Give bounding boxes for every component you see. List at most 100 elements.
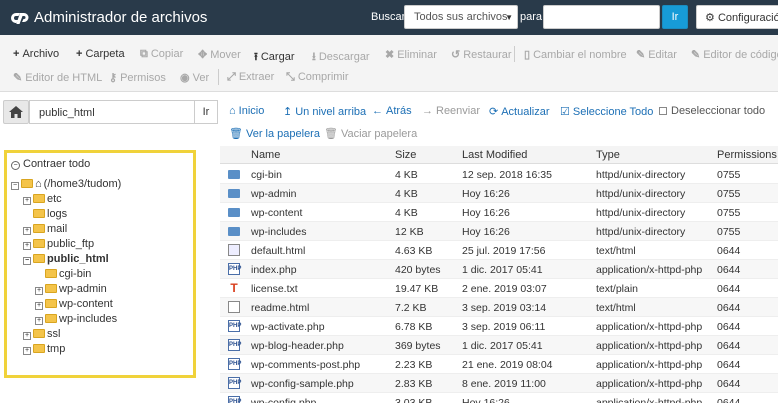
tree-node-wp-includes[interactable]: + wp-includes bbox=[35, 313, 117, 327]
tree-node-wp-content[interactable]: + wp-content bbox=[35, 298, 113, 312]
column-header-type[interactable]: Type bbox=[596, 149, 620, 161]
extract-button[interactable]: ⤢ Extraer bbox=[227, 71, 274, 84]
home-link[interactable]: ⌂ Inicio bbox=[229, 105, 264, 117]
file-permissions: 0644 bbox=[717, 264, 741, 276]
permissions-button[interactable]: ⚷ Permisos bbox=[109, 71, 166, 84]
file-size: 12 KB bbox=[395, 226, 424, 238]
file-permissions: 0755 bbox=[717, 169, 741, 181]
file-modified: 21 ene. 2019 08:04 bbox=[462, 359, 553, 371]
delete-button[interactable]: ✖ Eliminar bbox=[385, 48, 437, 61]
deselect-all-link[interactable]: Deseleccionar todo bbox=[659, 105, 765, 117]
upload-button[interactable]: ⭱ Cargar bbox=[254, 48, 294, 67]
tree-node-wp-admin[interactable]: + wp-admin bbox=[35, 283, 107, 297]
expand-toggle-icon[interactable]: + bbox=[23, 227, 31, 235]
back-link[interactable]: ← Atrás bbox=[372, 105, 412, 117]
rename-icon: ▯ bbox=[524, 49, 531, 61]
restore-button[interactable]: ↺ Restaurar bbox=[451, 48, 512, 61]
table-row[interactable]: readme.html 7.2 KB 3 sep. 2019 03:14 text/h… bbox=[220, 298, 778, 317]
new-folder-button[interactable]: + Carpeta bbox=[76, 48, 125, 60]
column-header-size[interactable]: Size bbox=[395, 149, 416, 161]
collapse-all-link[interactable]: − Contraer todo bbox=[11, 158, 90, 170]
new-file-button[interactable]: + Archivo bbox=[13, 48, 59, 60]
column-header-name[interactable]: Name bbox=[251, 149, 280, 161]
path-input[interactable]: public_html bbox=[29, 100, 195, 124]
tree-node-etc[interactable]: + etc bbox=[23, 193, 62, 207]
tree-node-ssl[interactable]: + ssl bbox=[23, 328, 60, 342]
expand-toggle-icon[interactable]: + bbox=[23, 242, 31, 250]
arrow-right-icon: → bbox=[422, 105, 433, 117]
column-header-permissions[interactable]: Permissions bbox=[717, 149, 777, 161]
folder-icon bbox=[45, 284, 57, 293]
file-permissions: 0755 bbox=[717, 207, 741, 219]
table-row[interactable]: default.html 4.63 KB 25 jul. 2019 17:56 tex… bbox=[220, 241, 778, 260]
table-row[interactable]: cgi-bin 4 KB 12 sep. 2018 16:35 httpd/unix-… bbox=[220, 165, 778, 184]
download-button[interactable]: ⭳ Descargar bbox=[312, 48, 370, 67]
table-row[interactable]: PHP wp-blog-header.php 369 bytes 1 dic. 201… bbox=[220, 336, 778, 355]
move-button[interactable]: ✥ Mover bbox=[198, 48, 241, 61]
up-one-level-link[interactable]: ↥ Un nivel arriba bbox=[283, 105, 366, 118]
table-row[interactable]: Tlicense.txt 19.47 KB 2 ene. 2019 03:07 tex… bbox=[220, 279, 778, 298]
table-row[interactable]: PHP wp-config-sample.php 2.83 KB 8 ene. 201… bbox=[220, 374, 778, 393]
expand-toggle-icon[interactable]: + bbox=[35, 302, 43, 310]
file-type: httpd/unix-directory bbox=[596, 169, 686, 181]
html-editor-button[interactable]: ✎ Editor de HTML bbox=[13, 71, 102, 84]
search-scope-value: Todos sus archivos bbox=[414, 11, 508, 23]
collapse-toggle-icon[interactable]: − bbox=[11, 182, 19, 190]
file-modified: Hoy 16:26 bbox=[462, 188, 510, 200]
home-icon bbox=[9, 106, 23, 118]
folder-icon bbox=[33, 239, 45, 248]
html-file-icon bbox=[228, 244, 240, 256]
collapse-toggle-icon[interactable]: − bbox=[23, 257, 31, 265]
download-icon: ⭳ bbox=[312, 51, 316, 63]
column-header-modified[interactable]: Last Modified bbox=[462, 149, 527, 161]
table-row[interactable]: PHP wp-activate.php 6.78 KB 3 sep. 2019 06:… bbox=[220, 317, 778, 336]
search-go-button[interactable]: Ir bbox=[662, 5, 688, 29]
tree-node-public-ftp[interactable]: + public_ftp bbox=[23, 238, 94, 252]
table-row[interactable]: PHP wp-config.php 3.03 KB Hoy 16:26 applicat… bbox=[220, 393, 778, 403]
copy-button[interactable]: ⧉ Copiar bbox=[140, 48, 183, 61]
refresh-icon: ⟳ bbox=[489, 106, 499, 118]
view-trash-link[interactable]: 🗑 Ver la papelera bbox=[229, 127, 320, 140]
expand-toggle-icon[interactable]: + bbox=[35, 287, 43, 295]
code-editor-button[interactable]: ✎ Editor de código bbox=[691, 48, 778, 61]
table-row[interactable]: wp-content 4 KB Hoy 16:26 httpd/unix-direct… bbox=[220, 203, 778, 222]
home-icon: ⌂ bbox=[35, 178, 42, 190]
file-permissions: 0644 bbox=[717, 321, 741, 333]
caret-down-icon: ▼ bbox=[505, 13, 513, 22]
file-permissions: 0644 bbox=[717, 302, 741, 314]
file-size: 420 bytes bbox=[395, 264, 441, 276]
table-row[interactable]: wp-includes 12 KB Hoy 16:26 httpd/unix-dire… bbox=[220, 222, 778, 241]
edit-button[interactable]: ✎ Editar bbox=[636, 48, 677, 61]
reload-link[interactable]: ⟳ Actualizar bbox=[489, 105, 550, 118]
empty-trash-link[interactable]: 🗑 Vaciar papelera bbox=[324, 127, 417, 140]
file-permissions: 0755 bbox=[717, 188, 741, 200]
path-home-button[interactable] bbox=[3, 100, 29, 124]
settings-button[interactable]: ⚙ Configuración bbox=[696, 5, 778, 29]
search-input[interactable] bbox=[543, 5, 660, 29]
file-type: httpd/unix-directory bbox=[596, 207, 686, 219]
search-scope-select[interactable]: Todos sus archivos ▼ bbox=[404, 5, 518, 29]
table-row[interactable]: PHP index.php 420 bytes 1 dic. 2017 05:41 ap… bbox=[220, 260, 778, 279]
compress-button[interactable]: ⤡ Comprimir bbox=[286, 71, 349, 84]
folder-icon bbox=[33, 194, 45, 203]
file-permissions: 0644 bbox=[717, 245, 741, 257]
table-row[interactable]: wp-admin 4 KB Hoy 16:26 httpd/unix-director… bbox=[220, 184, 778, 203]
tree-node-home[interactable]: − ⌂ (/home3/tudom) bbox=[11, 178, 121, 192]
forward-link[interactable]: → Reenviar bbox=[422, 105, 480, 117]
expand-toggle-icon[interactable]: + bbox=[35, 317, 43, 325]
rename-button[interactable]: ▯ Cambiar el nombre bbox=[524, 48, 627, 61]
expand-toggle-icon[interactable]: + bbox=[23, 332, 31, 340]
tree-node-mail[interactable]: + mail bbox=[23, 223, 67, 237]
table-row[interactable]: PHP wp-comments-post.php 2.23 KB 21 ene. 20… bbox=[220, 355, 778, 374]
tree-node-cgi-bin[interactable]: cgi-bin bbox=[35, 268, 91, 282]
folder-icon bbox=[45, 299, 57, 308]
tree-node-tmp[interactable]: + tmp bbox=[23, 343, 65, 357]
tree-node-public-html[interactable]: − public_html bbox=[23, 253, 109, 267]
select-all-link[interactable]: ☑ Seleccione Todo bbox=[560, 105, 653, 118]
file-type: application/x-httpd-php bbox=[596, 378, 703, 390]
expand-toggle-icon[interactable]: + bbox=[23, 347, 31, 355]
path-go-button[interactable]: Ir bbox=[194, 100, 218, 124]
tree-node-logs[interactable]: logs bbox=[23, 208, 67, 222]
expand-toggle-icon[interactable]: + bbox=[23, 197, 31, 205]
view-button[interactable]: ◉ Ver bbox=[180, 71, 209, 84]
